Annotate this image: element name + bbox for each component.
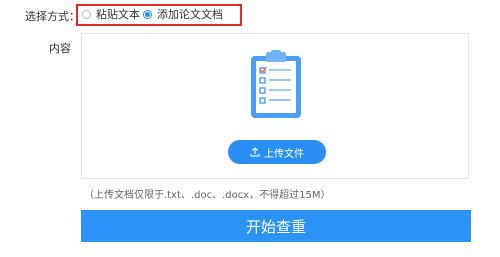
radio-add-document-label: 添加论文文档 bbox=[157, 8, 223, 21]
start-check-label: 开始查重 bbox=[245, 217, 306, 236]
upload-file-label: 上传文件 bbox=[264, 148, 304, 160]
upload-file-button[interactable]: 上传文件 bbox=[228, 140, 326, 164]
radio-paste-text-label: 粘贴文本 bbox=[96, 8, 140, 21]
upload-icon bbox=[250, 147, 260, 157]
document-checklist-icon bbox=[251, 50, 301, 118]
upload-hint: （上传文档仅限于.txt、.doc、.docx，不得超过15M） bbox=[84, 190, 331, 201]
mode-label: 选择方式： bbox=[25, 10, 80, 23]
radio-add-document-indicator[interactable] bbox=[143, 9, 152, 19]
radio-paste-text[interactable]: 粘贴文本 bbox=[82, 6, 140, 22]
radio-add-document[interactable]: 添加论文文档 bbox=[143, 6, 223, 22]
content-label: 内容 bbox=[49, 42, 71, 55]
start-check-button[interactable]: 开始查重 bbox=[81, 210, 471, 242]
radio-paste-text-indicator[interactable] bbox=[82, 9, 91, 19]
upload-area: 上传文件 bbox=[81, 33, 469, 179]
